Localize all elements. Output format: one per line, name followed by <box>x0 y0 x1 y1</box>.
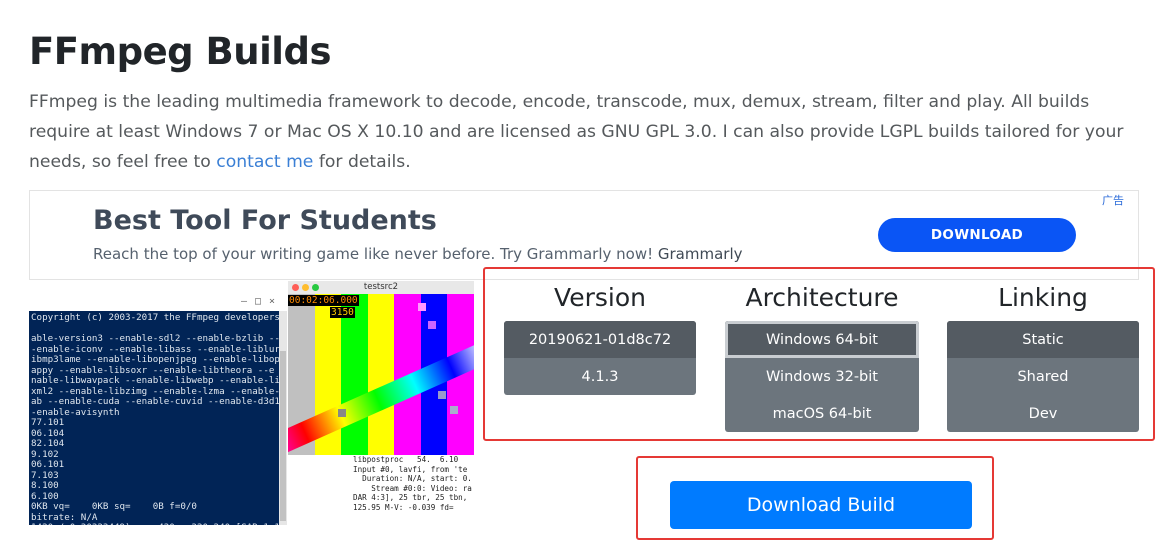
linking-option[interactable]: Shared <box>947 358 1139 395</box>
ad-description-text: Reach the top of your writing game like … <box>93 245 654 263</box>
pattern-square <box>338 409 346 417</box>
page-title: FFmpeg Builds <box>29 30 331 73</box>
linking-options: Static Shared Dev <box>947 321 1139 432</box>
testsrc-title: testsrc2 <box>363 282 399 292</box>
pattern-square <box>428 321 436 329</box>
ad-download-button[interactable]: DOWNLOAD <box>878 218 1076 252</box>
linking-option[interactable]: Dev <box>947 395 1139 432</box>
testsrc-timecode: 00:02:06.000 <box>288 295 359 306</box>
terminal-scrollbar-thumb <box>280 351 286 521</box>
pattern-square <box>418 303 426 311</box>
architecture-option[interactable]: Windows 32-bit <box>725 358 919 395</box>
version-option[interactable]: 20190621-01d8c72 <box>504 321 696 358</box>
linking-option[interactable]: Static <box>947 321 1139 358</box>
terminal-screenshot: –□× Copyright (c) 2003-2017 the FFmpeg d… <box>29 297 287 525</box>
ad-title[interactable]: Best Tool For Students <box>93 205 437 236</box>
version-option[interactable]: 4.1.3 <box>504 358 696 395</box>
version-heading: Version <box>554 283 646 312</box>
intro-suffix: for details. <box>313 152 411 172</box>
testsrc-log: libpostproc 54. 6.10 Input #0, lavfi, fr… <box>350 455 474 525</box>
contact-link[interactable]: contact me <box>216 152 313 172</box>
terminal-output: Copyright (c) 2003-2017 the FFmpeg devel… <box>31 312 286 525</box>
pattern-square <box>438 391 446 399</box>
ad-badge[interactable]: 广告 <box>1102 192 1124 208</box>
color-bar <box>341 294 368 455</box>
ad-brand[interactable]: Grammarly <box>658 245 743 263</box>
architecture-option[interactable]: macOS 64-bit <box>725 395 919 432</box>
window-controls-icon: –□× <box>240 297 283 307</box>
architecture-options: Windows 64-bit Windows 32-bit macOS 64-b… <box>725 321 919 432</box>
ad-description: Reach the top of your writing game like … <box>93 245 743 263</box>
architecture-heading: Architecture <box>745 283 899 312</box>
color-bar <box>367 294 395 455</box>
intro-paragraph: FFmpeg is the leading multimedia framewo… <box>29 87 1139 177</box>
pattern-square <box>450 406 458 414</box>
terminal-titlebar: –□× <box>29 297 287 311</box>
linking-heading: Linking <box>998 283 1088 312</box>
build-selector: Version 20190621-01d8c72 4.1.3 Architect… <box>483 267 1155 441</box>
version-options: 20190621-01d8c72 4.1.3 <box>504 321 696 395</box>
testsrc-window: testsrc2 00:02:06.000 3150 <box>288 281 474 455</box>
download-build-button[interactable]: Download Build <box>670 481 972 529</box>
testsrc-titlebar: testsrc2 <box>288 281 474 294</box>
terminal-scrollbar <box>279 311 287 525</box>
architecture-option[interactable]: Windows 64-bit <box>725 321 919 358</box>
testsrc-frame-counter: 3150 <box>330 307 355 318</box>
intro-text: FFmpeg is the leading multimedia framewo… <box>29 92 1124 172</box>
